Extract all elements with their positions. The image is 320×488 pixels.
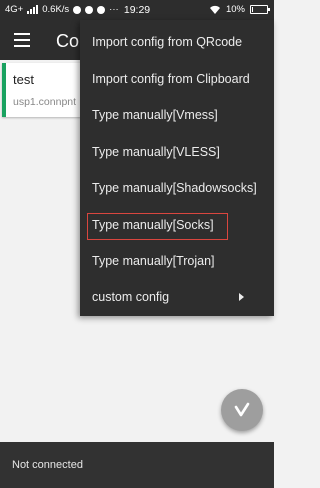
battery-level [252,7,253,12]
server-address: usp1.connpnt [13,96,77,108]
v-logo-icon [234,402,250,417]
wifi-icon [209,5,220,14]
selected-indicator [2,63,6,117]
menu-item-import-clipboard[interactable]: Import config from Clipboard [80,61,274,98]
connection-status: Not connected [12,459,83,471]
submenu-arrow-icon [239,293,244,301]
menu-icon[interactable] [14,33,30,47]
menu-item-type-shadowsocks[interactable]: Type manually[Shadowsocks] [80,170,274,207]
status-right: 10% [209,4,270,15]
add-config-menu: Import config from QRcode Import config … [80,20,274,316]
connection-status-bar: Not connected [0,442,274,488]
menu-item-type-vmess[interactable]: Type manually[Vmess] [80,97,274,134]
battery-percent: 10% [225,4,245,15]
connect-fab[interactable] [221,389,263,431]
menu-item-type-trojan[interactable]: Type manually[Trojan] [80,243,274,280]
battery-icon [250,5,270,14]
menu-item-import-qrcode[interactable]: Import config from QRcode [80,24,274,61]
menu-item-custom-config[interactable]: custom config [80,279,274,316]
status-bar: 4G+ 0.6K/s ··· 19:29 10% [0,0,274,20]
menu-item-type-socks[interactable]: Type manually[Socks] [80,207,274,244]
server-name: test [13,72,34,87]
menu-item-type-vless[interactable]: Type manually[VLESS] [80,134,274,171]
custom-config-label: custom config [92,290,170,304]
